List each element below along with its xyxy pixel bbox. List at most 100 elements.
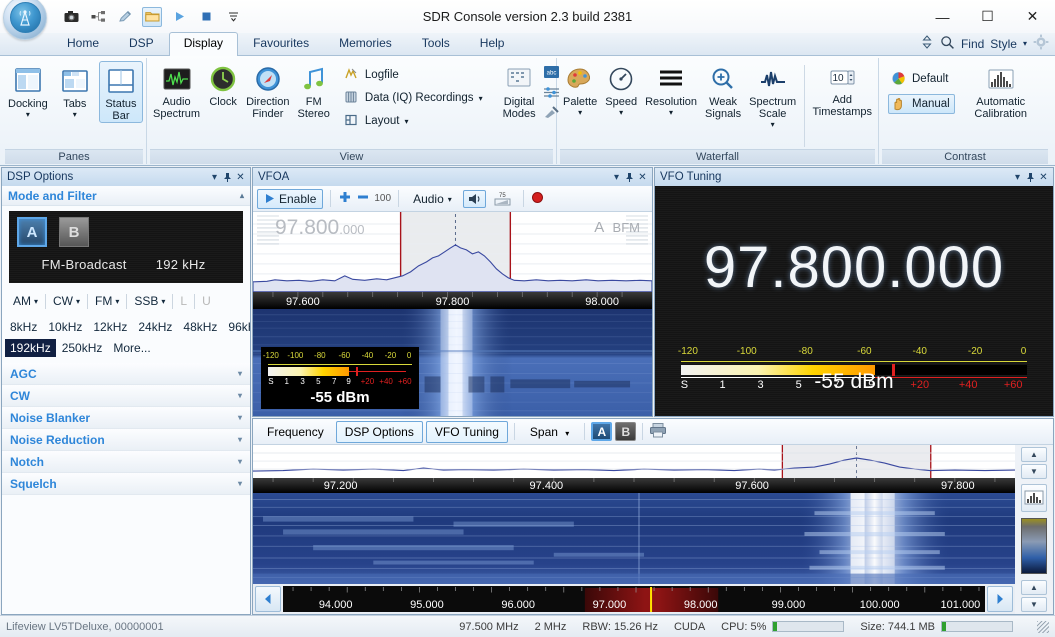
chevron-down-icon[interactable]: ▾ (238, 479, 242, 488)
enable-button[interactable]: Enable (257, 188, 324, 209)
bandwidth-8khz[interactable]: 8kHz (5, 318, 42, 336)
mode-ssb-button[interactable]: SSB ▾ (127, 293, 172, 309)
step-value[interactable]: 100 (374, 193, 391, 204)
style-caret-icon[interactable]: ▾ (1023, 39, 1027, 48)
chevron-down-icon[interactable]: ▾ (771, 121, 775, 129)
overflow-icon[interactable] (223, 7, 243, 27)
print-icon[interactable] (649, 422, 667, 441)
direction-finder-button[interactable]: Direction Finder (243, 61, 292, 121)
waterfall-up-button[interactable]: ▲ (1021, 580, 1047, 595)
tab-frequency[interactable]: Frequency (258, 421, 333, 443)
wide-waterfall[interactable] (253, 493, 1015, 584)
spectrum-scale-button[interactable]: Spectrum Scale ▾ (746, 61, 799, 129)
tab-dsp-options[interactable]: DSP Options (335, 420, 423, 443)
bandwidth-96khz[interactable]: 96kHz (223, 318, 250, 336)
chevron-down-icon[interactable]: ▾ (404, 118, 408, 126)
maximize-button[interactable]: ☐ (965, 1, 1010, 33)
vfo-tuning-body[interactable]: 97.800.000 -120 -100 -80 -60 -40 -20 0 S… (655, 186, 1053, 416)
vfo-tuning-frequency[interactable]: 97.800.000 (655, 234, 1053, 301)
span-button[interactable]: Span ▾ (521, 421, 578, 443)
bottom-vfo-a-button[interactable]: A (591, 422, 613, 441)
data-iq-recordings-button[interactable]: Data (IQ) Recordings ▾ (341, 88, 488, 108)
status-bar-button[interactable]: Status Bar (98, 61, 143, 123)
chevron-down-icon[interactable]: ▾ (34, 298, 38, 306)
dsp-section-notch[interactable]: Notch ▾ (2, 451, 250, 473)
folder-icon[interactable] (142, 6, 162, 27)
close-icon[interactable]: ✕ (234, 170, 247, 184)
vfoa-spectrum[interactable]: 97.800.000 A BFM 97.600 97.800 98.000 (253, 212, 652, 309)
stop-icon[interactable] (196, 7, 216, 27)
audio-spectrum-button[interactable]: Audio Spectrum (150, 61, 203, 121)
tab-favourites[interactable]: Favourites (238, 32, 324, 55)
waterfall-down-button[interactable]: ▼ (1021, 597, 1047, 612)
chevron-down-icon[interactable]: ▾ (669, 109, 673, 117)
contrast-button[interactable] (1021, 484, 1047, 512)
dropdown-icon[interactable]: ▾ (1011, 170, 1024, 184)
weak-signals-button[interactable]: Weak Signals (702, 61, 744, 121)
tab-dsp[interactable]: DSP (114, 32, 169, 55)
close-button[interactable]: ✕ (1010, 1, 1055, 33)
chevron-down-icon[interactable]: ▾ (73, 111, 77, 119)
dropdown-icon[interactable]: ▾ (610, 170, 623, 184)
collapse-icon[interactable]: ▴ (240, 191, 244, 200)
find-label[interactable]: Find (961, 37, 984, 51)
mode-cw-button[interactable]: CW ▾ (46, 293, 87, 309)
bandwidth-24khz[interactable]: 24kHz (133, 318, 177, 336)
vfo-b-button[interactable]: B (59, 217, 89, 247)
contrast-default-button[interactable]: Default (888, 69, 955, 89)
style-label[interactable]: Style (990, 37, 1017, 51)
palette-button[interactable]: Palette ▾ (560, 61, 600, 117)
pin-icon[interactable] (221, 170, 234, 184)
clock-button[interactable]: Clock (205, 61, 241, 109)
chevron-down-icon[interactable]: ▾ (115, 298, 119, 306)
bandwidth-192khz[interactable]: 192kHz (5, 339, 56, 357)
bandwidth-more[interactable]: More... (108, 339, 155, 357)
chevron-down-icon[interactable]: ▾ (578, 109, 582, 117)
minimize-button[interactable]: — (920, 1, 965, 33)
dsp-section-noise-blanker[interactable]: Noise Blanker ▾ (2, 407, 250, 429)
automatic-calibration-button[interactable]: Automatic Calibration (965, 61, 1037, 121)
dsp-section-squelch[interactable]: Squelch ▾ (2, 473, 250, 495)
docking-button[interactable]: Docking ▾ (5, 61, 51, 119)
bandwidth-250khz[interactable]: 250kHz (57, 339, 108, 357)
bandwidth-48khz[interactable]: 48kHz (178, 318, 222, 336)
vfo-a-button[interactable]: A (17, 217, 47, 247)
tab-memories[interactable]: Memories (324, 32, 407, 55)
logfile-button[interactable]: Logfile (341, 65, 488, 85)
pin-icon[interactable] (623, 170, 636, 184)
minus-icon[interactable] (356, 190, 370, 207)
fm-stereo-button[interactable]: FM Stereo (294, 61, 332, 121)
palette-preview[interactable] (1021, 518, 1047, 574)
chevron-down-icon[interactable]: ▾ (619, 109, 623, 117)
pin-icon[interactable] (1024, 170, 1037, 184)
record-icon[interactable] (531, 191, 544, 207)
resize-grip[interactable] (1037, 620, 1049, 633)
tab-tools[interactable]: Tools (407, 32, 465, 55)
layout-button[interactable]: Layout ▾ (341, 111, 488, 131)
dsp-section-agc[interactable]: AGC ▾ (2, 363, 250, 385)
chevron-down-icon[interactable]: ▾ (26, 111, 30, 119)
mode-and-filter-header[interactable]: Mode and Filter ▴ (2, 186, 250, 206)
close-icon[interactable]: ✕ (1037, 170, 1050, 184)
bottom-vfo-b-button[interactable]: B (615, 422, 637, 441)
add-timestamps-button[interactable]: 10 Add Timestamps (810, 61, 876, 119)
tab-home[interactable]: Home (52, 32, 114, 55)
tab-display[interactable]: Display (168, 32, 239, 56)
dsp-section-noise-reduction[interactable]: Noise Reduction ▾ (2, 429, 250, 451)
wide-spectrum[interactable]: 97.200 97.400 97.600 97.800 (253, 445, 1015, 493)
bandwidth-12khz[interactable]: 12kHz (88, 318, 132, 336)
speaker-button[interactable] (462, 189, 486, 208)
app-logo-radio-tower-icon[interactable] (3, 0, 47, 40)
nav-left-button[interactable] (255, 586, 281, 612)
pen-icon[interactable] (115, 7, 135, 27)
updown-spinner-icon[interactable] (920, 34, 934, 53)
mode-fm-button[interactable]: FM ▾ (88, 293, 126, 309)
play-icon[interactable] (169, 7, 189, 27)
chevron-down-icon[interactable]: ▾ (238, 391, 242, 400)
chevron-down-icon[interactable]: ▾ (238, 457, 242, 466)
plus-icon[interactable] (338, 190, 352, 207)
volume-control[interactable]: 75 (490, 189, 516, 209)
chevron-down-icon[interactable]: ▾ (448, 195, 452, 203)
chevron-down-icon[interactable]: ▾ (238, 369, 242, 378)
chevron-down-icon[interactable]: ▾ (76, 298, 80, 306)
